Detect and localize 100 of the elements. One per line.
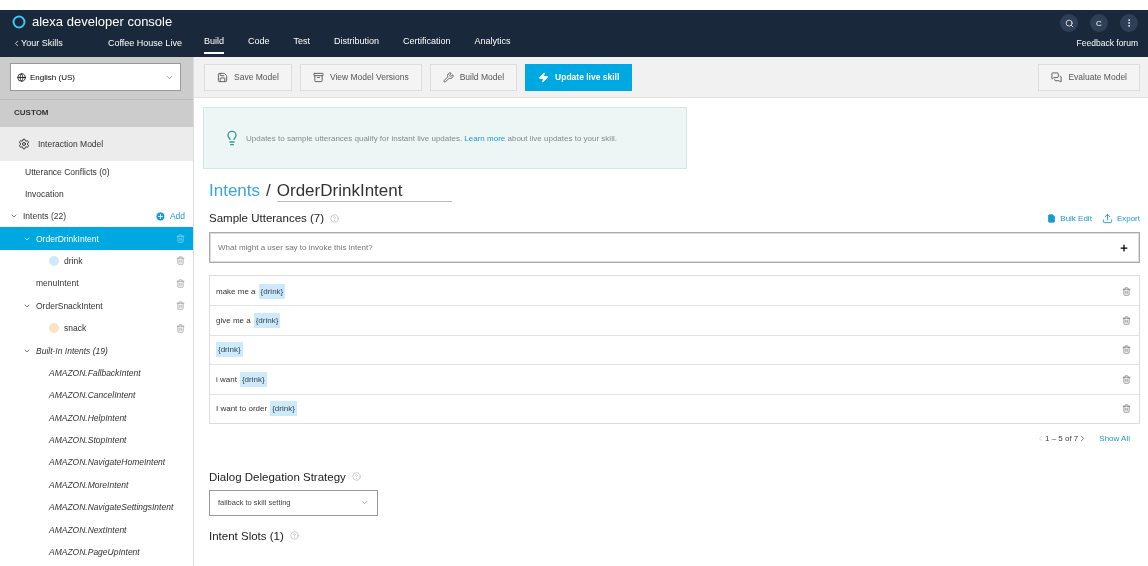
gear-icon (18, 138, 30, 150)
tree-label: AMAZON.CancelIntent (49, 390, 136, 401)
tree-item[interactable]: AMAZON.PageUpIntent (0, 540, 193, 564)
tree-label: AMAZON.MoreIntent (49, 479, 129, 490)
tree-label: drink (64, 255, 83, 266)
tree-label: OrderDrinkIntent (36, 233, 99, 244)
language-select[interactable]: English (US) (10, 63, 181, 91)
trash-icon[interactable] (176, 278, 185, 288)
tree-label: AMAZON.NavigateSettingsIntent (49, 502, 174, 513)
tree-item[interactable]: OrderSnackIntent (0, 294, 193, 317)
console-title: alexa developer console (32, 14, 173, 29)
utterance-row[interactable]: make me a {drink} (210, 276, 1139, 306)
utterance-field[interactable]: What might a user say to invoke this intent? (209, 232, 1140, 263)
trash-icon[interactable] (1122, 404, 1131, 414)
language-label: English (US) (30, 72, 75, 82)
skill-name[interactable]: Coffee House Live (108, 38, 182, 48)
trash-icon[interactable] (176, 234, 185, 244)
slot-tag: {drink} (258, 283, 286, 299)
search-icon (1064, 18, 1074, 28)
nav-tab[interactable]: Distribution (333, 32, 379, 54)
utterance-row[interactable]: {drink} (210, 334, 1139, 365)
tree-item[interactable]: snack (0, 316, 193, 340)
chat-icon (1051, 71, 1063, 83)
floppy-icon (217, 71, 228, 83)
tree-item[interactable]: AMAZON.HelpIntent (0, 406, 193, 429)
back-link[interactable]: Your Skills (12, 38, 108, 48)
utterance-row[interactable]: i want {drink} (210, 364, 1139, 394)
help-icon[interactable] (289, 531, 299, 541)
trash-icon[interactable] (176, 301, 185, 311)
tree-label: menuIntent (36, 278, 79, 289)
avatar-button[interactable]: C (1090, 14, 1108, 32)
ring-icon (12, 14, 26, 29)
help-icon[interactable] (351, 472, 361, 482)
trash-icon[interactable] (176, 256, 185, 266)
nav-tab[interactable]: Test (293, 32, 310, 54)
toolbar-button[interactable]: Save Model (204, 63, 292, 91)
trash-icon[interactable] (176, 323, 185, 333)
add-icon[interactable] (1119, 242, 1129, 253)
tree-label: AMAZON.FallbackIntent (49, 367, 141, 378)
tree-item[interactable]: AMAZON.CancelIntent (0, 384, 193, 407)
nav-tab[interactable]: Build (203, 32, 224, 54)
toolbar-button[interactable]: View Model Versions (299, 63, 422, 91)
trash-icon[interactable] (1122, 316, 1131, 326)
tree-item[interactable]: Intents (22) Add (0, 205, 193, 228)
tree-item[interactable]: drink (0, 249, 193, 273)
toolbar-button[interactable]: Build Model (429, 63, 518, 91)
lightning-icon (538, 71, 550, 83)
nav-tab[interactable]: Certification (402, 32, 451, 54)
tree-label: AMAZON.NextIntent (49, 524, 127, 535)
sidebar-item[interactable]: Invocation (0, 183, 193, 205)
tree-label: AMAZON.PageUpIntent (49, 547, 140, 558)
trash-icon[interactable] (1122, 345, 1131, 355)
archive-icon (312, 71, 324, 83)
upload-icon (1101, 212, 1113, 224)
utterance-text: give me a (216, 316, 251, 326)
tree-label: Intents (22) (23, 211, 66, 222)
tree-item[interactable]: AMAZON.NavigateHomeIntent (0, 451, 193, 474)
document-icon (1047, 213, 1057, 223)
evaluate-button[interactable]: Evaluate Model (1038, 63, 1140, 91)
section-title: Dialog Delegation Strategy (209, 470, 346, 483)
utterance-text: I want to order (216, 404, 268, 414)
utterance-row[interactable]: I want to order {drink} (210, 393, 1139, 423)
trash-icon[interactable] (1122, 286, 1131, 296)
feedback-link[interactable]: Feedback forum (1076, 38, 1138, 48)
tree-label: Built-In Intents (19) (36, 345, 108, 356)
sidebar-item[interactable]: Utterance Conflicts (0) (0, 161, 193, 183)
section-header: CUSTOM (0, 99, 193, 127)
search-button[interactable] (1060, 14, 1078, 32)
tree-label: AMAZON.NavigateHomeIntent (49, 457, 166, 468)
menu-button[interactable] (1120, 14, 1138, 32)
utterance-text: i want (216, 374, 237, 384)
lightbulb-icon (224, 130, 240, 146)
tree-item[interactable]: AMAZON.StopIntent (0, 428, 193, 452)
banner-text: Updates to sample utterances qualify for instant live updates. Learn more about live updates to your skill. (246, 133, 617, 143)
tree-label: AMAZON.StopIntent (49, 435, 127, 446)
nav-tab[interactable]: Analytics (474, 32, 511, 54)
utterance-input[interactable]: What might a user say to invoke this intent? (216, 242, 1119, 253)
slot-tag: {drink} (270, 401, 297, 417)
nav-tab[interactable]: Code (247, 32, 270, 54)
utterance-text: make me a (216, 286, 256, 296)
slot-tag: {drink} (216, 342, 243, 358)
intent-name[interactable]: OrderDrinkIntent (276, 181, 453, 202)
wrench-icon (442, 71, 454, 83)
section-title: Sample Utterances (7) (209, 212, 325, 224)
tree-item[interactable]: AMAZON.FallbackIntent (0, 361, 193, 385)
model-item[interactable]: Interaction Model (0, 127, 193, 161)
tree-item[interactable]: Built-In Intents (19) (0, 339, 193, 362)
tree-item[interactable]: menuIntent (0, 272, 193, 295)
tree-label: snack (64, 323, 87, 334)
slot-tag: {drink} (253, 313, 281, 329)
utterance-row[interactable]: give me a {drink} (210, 305, 1139, 335)
tree-item[interactable]: AMAZON.MoreIntent (0, 473, 193, 497)
chevron-icon (12, 38, 21, 48)
tree-item[interactable]: AMAZON.NavigateSettingsIntent (0, 496, 193, 519)
trash-icon[interactable] (1122, 374, 1131, 384)
plus-icon (154, 210, 166, 222)
tree-label: AMAZON.HelpIntent (49, 412, 127, 423)
globe-icon (17, 72, 26, 82)
help-icon[interactable] (330, 213, 340, 223)
tree-item[interactable]: AMAZON.NextIntent (0, 518, 193, 541)
